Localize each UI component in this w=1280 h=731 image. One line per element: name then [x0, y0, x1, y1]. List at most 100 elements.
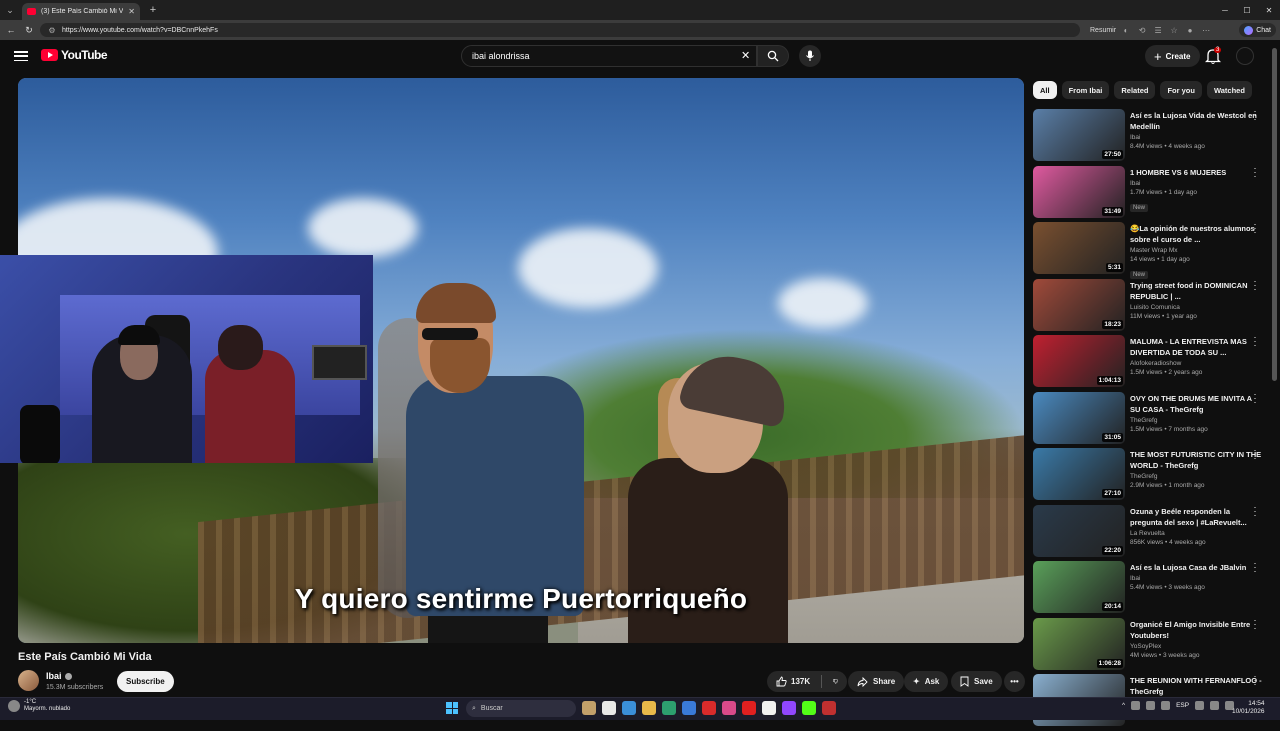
tray-chevron-icon[interactable]: ^	[1122, 702, 1125, 709]
video-title[interactable]: THE REUNION WITH FERNANFLOO - TheGrefg	[1130, 675, 1263, 697]
chat-button[interactable]: Chat	[1239, 23, 1276, 37]
site-info-icon[interactable]: ⚙	[46, 24, 58, 36]
edge-icon[interactable]	[662, 701, 676, 715]
back-icon[interactable]: ←	[4, 23, 18, 37]
windows-start-icon[interactable]	[446, 702, 458, 714]
instagram-icon[interactable]	[722, 701, 736, 715]
language-indicator[interactable]: ESP	[1176, 702, 1189, 709]
more-vertical-icon[interactable]: ···	[1253, 279, 1257, 291]
outlook-icon[interactable]	[682, 701, 696, 715]
video-channel[interactable]: La Revuelta	[1130, 530, 1263, 537]
weather-widget[interactable]: -1°C Mayorm. nublado	[8, 699, 70, 713]
chip-for-you[interactable]: For you	[1160, 81, 1202, 99]
video-thumbnail[interactable]: 27:50	[1033, 109, 1125, 161]
video-channel[interactable]: YoSoyPlex	[1130, 643, 1263, 650]
recommended-video[interactable]: 5:31😂La opinión de nuestros alumnos sobr…	[1033, 222, 1263, 279]
recommended-video[interactable]: 31:491 HOMBRE VS 6 MUJERESIbai1.7M views…	[1033, 166, 1263, 223]
account-avatar[interactable]	[1236, 47, 1254, 65]
translate-icon[interactable]: ⟲	[1136, 24, 1148, 36]
minimize-icon[interactable]: ─	[1214, 6, 1236, 15]
recommended-video[interactable]: 1:06:28Organicé El Amigo Invisible Entre…	[1033, 618, 1263, 675]
video-channel[interactable]: Ibai	[1130, 180, 1263, 187]
subscribe-button[interactable]: Subscribe	[117, 671, 174, 692]
wifi-icon[interactable]	[1195, 701, 1204, 710]
video-thumbnail[interactable]: 5:31	[1033, 222, 1125, 274]
video-title[interactable]: THE MOST FUTURISTIC CITY IN THE WORLD - …	[1130, 449, 1263, 471]
address-bar[interactable]: ⚙ https://www.youtube.com/watch?v=DBCnnP…	[40, 23, 1080, 37]
share-button[interactable]: Share	[848, 671, 904, 692]
twitch-icon[interactable]	[782, 701, 796, 715]
hamburger-menu-icon[interactable]	[14, 49, 28, 63]
search-input[interactable]: ibai alondrissa	[461, 45, 757, 67]
onedrive-icon[interactable]	[1131, 701, 1140, 710]
taskbar-search[interactable]: ⌕ Buscar	[466, 700, 576, 717]
video-thumbnail[interactable]: 1:04:13	[1033, 335, 1125, 387]
bookmark-icon[interactable]: ☆	[1168, 24, 1180, 36]
video-thumbnail[interactable]: 27:10	[1033, 448, 1125, 500]
recommended-video[interactable]: 31:05OVY ON THE DRUMS ME INVITA A SU CAS…	[1033, 392, 1263, 449]
amazon-icon[interactable]	[762, 701, 776, 715]
video-title[interactable]: 1 HOMBRE VS 6 MUJERES	[1130, 167, 1263, 178]
netflix-icon[interactable]	[702, 701, 716, 715]
like-button[interactable]: 137K	[776, 676, 810, 687]
file-explorer-icon[interactable]	[642, 701, 656, 715]
kick-icon[interactable]	[802, 701, 816, 715]
channel-name[interactable]: Ibai	[46, 671, 72, 681]
video-channel[interactable]: Ibai	[1130, 134, 1263, 141]
taskview-icon[interactable]	[582, 701, 596, 715]
video-channel[interactable]: TheGrefg	[1130, 417, 1263, 424]
video-title[interactable]: Trying street food in DOMINICAN REPUBLIC…	[1130, 280, 1263, 302]
profile-icon[interactable]: ●	[1184, 24, 1196, 36]
video-channel[interactable]: TheGrefg	[1130, 473, 1263, 480]
reload-icon[interactable]: ↻	[22, 23, 36, 37]
video-title[interactable]: Así es la Lujosa Vida de Westcol en Mede…	[1130, 110, 1263, 132]
save-button[interactable]: Save	[951, 671, 1002, 692]
app-icon[interactable]	[822, 701, 836, 715]
scrollbar-thumb[interactable]	[1272, 48, 1277, 381]
video-thumbnail[interactable]: 20:14	[1033, 561, 1125, 613]
app-tray-icon[interactable]	[1161, 701, 1170, 710]
video-channel[interactable]: Alofokeradioshow	[1130, 360, 1263, 367]
more-vertical-icon[interactable]: ···	[1253, 505, 1257, 517]
resumir-button[interactable]: Resumir	[1090, 27, 1116, 34]
chip-from-ibai[interactable]: From Ibai	[1062, 81, 1110, 99]
chip-watched[interactable]: Watched	[1207, 81, 1252, 99]
search-button[interactable]	[757, 45, 789, 67]
recommended-video[interactable]: 18:23Trying street food in DOMINICAN REP…	[1033, 279, 1263, 336]
more-vertical-icon[interactable]: ···	[1253, 618, 1257, 630]
video-thumbnail[interactable]: 22:20	[1033, 505, 1125, 557]
extension-icon[interactable]: ◐	[1120, 24, 1132, 36]
close-tab-icon[interactable]: ✕	[128, 7, 135, 16]
reader-icon[interactable]: ☰	[1152, 24, 1164, 36]
video-thumbnail[interactable]: 18:23	[1033, 279, 1125, 331]
more-vertical-icon[interactable]: ···	[1253, 222, 1257, 234]
video-thumbnail[interactable]: 31:05	[1033, 392, 1125, 444]
create-button[interactable]: + Create	[1145, 45, 1200, 67]
video-title[interactable]: OVY ON THE DRUMS ME INVITA A SU CASA - T…	[1130, 393, 1263, 415]
chip-all[interactable]: All	[1033, 81, 1057, 99]
recommended-video[interactable]: 27:50Así es la Lujosa Vida de Westcol en…	[1033, 109, 1263, 166]
youtube-logo[interactable]: YouTube	[41, 48, 107, 62]
more-vertical-icon[interactable]: ···	[1253, 674, 1257, 686]
thumbs-down-icon[interactable]	[833, 676, 838, 687]
video-channel[interactable]: Ibai	[1130, 575, 1263, 582]
chip-related[interactable]: Related	[1114, 81, 1155, 99]
video-title[interactable]: Así es la Lujosa Casa de JBalvin	[1130, 562, 1263, 573]
copilot-app-icon[interactable]	[622, 701, 636, 715]
volume-icon[interactable]	[1210, 701, 1219, 710]
more-vertical-icon[interactable]: ···	[1253, 561, 1257, 573]
video-thumbnail[interactable]: 31:49	[1033, 166, 1125, 218]
more-vertical-icon[interactable]: ···	[1253, 335, 1257, 347]
more-icon[interactable]: ⋯	[1200, 24, 1212, 36]
widgets-icon[interactable]	[602, 701, 616, 715]
more-vertical-icon[interactable]: ···	[1253, 166, 1257, 178]
close-window-icon[interactable]: ✕	[1258, 6, 1280, 15]
video-channel[interactable]: Master Wrap Mx	[1130, 247, 1263, 254]
video-title[interactable]: Organicé El Amigo Invisible Entre Youtub…	[1130, 619, 1263, 641]
more-vertical-icon[interactable]: ···	[1253, 392, 1257, 404]
recommended-video[interactable]: 27:10THE MOST FUTURISTIC CITY IN THE WOR…	[1033, 448, 1263, 505]
recommended-video[interactable]: 1:04:13MALUMA - LA ENTREVISTA MAS DIVERT…	[1033, 335, 1263, 392]
ask-button[interactable]: ✦ Ask	[904, 671, 948, 692]
recommended-video[interactable]: 22:20Ozuna y Beéle responden la pregunta…	[1033, 505, 1263, 562]
tab-list-button[interactable]: ⌄	[0, 0, 20, 20]
